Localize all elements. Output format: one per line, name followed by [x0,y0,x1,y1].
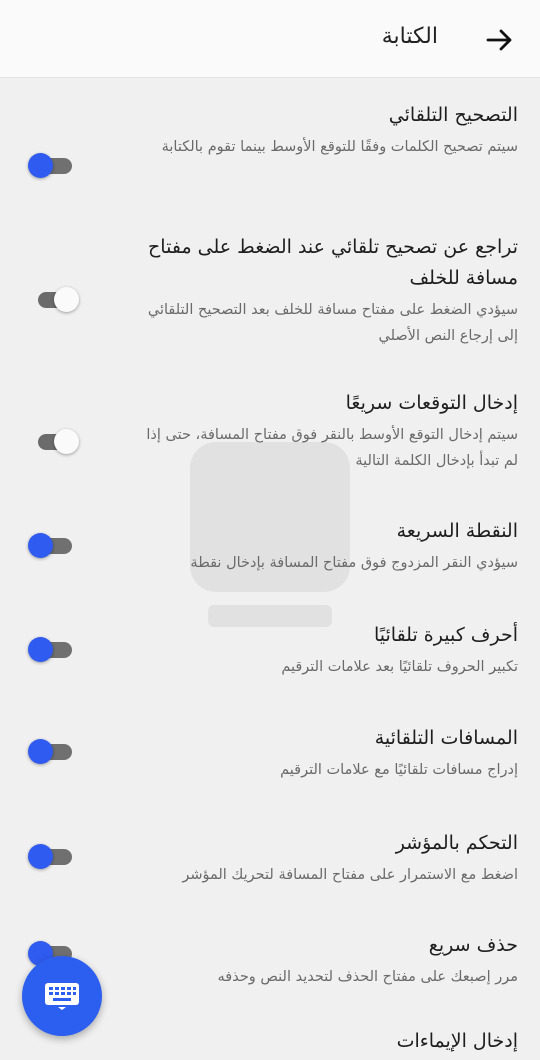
setting-quick-period[interactable]: النقطة السريعة سيؤدي النقر المزدوج فوق م… [0,516,540,576]
setting-summary: سيؤدي النقر المزدوج فوق مفتاح المسافة بإ… [190,555,518,571]
setting-auto-correct[interactable]: التصحيح التلقائي سيتم تصحيح الكلمات وفقً… [0,100,540,210]
setting-summary: اضغط مع الاستمرار على مفتاح المسافة لتحر… [182,867,518,883]
quick-predictions-toggle[interactable] [28,425,79,459]
setting-undo-autocorrect[interactable]: تراجع عن تصحيح تلقائي عند الضغط على مفتا… [0,232,540,357]
setting-summary: سيؤدي الضغط على مفتاح مسافة للخلف بعد ال… [147,302,518,344]
setting-summary: إدراج مسافات تلقائيًا مع علامات الترقيم [280,762,518,778]
keyboard-icon [45,983,79,1010]
arrow-forward-icon[interactable] [484,24,516,56]
setting-summary: سيتم تصحيح الكلمات وفقًا للتوقع الأوسط ب… [161,139,518,155]
cursor-control-toggle[interactable] [28,840,76,874]
setting-title: التحكم بالمؤشر [395,832,518,854]
page-title: الكتابة [381,24,438,49]
auto-spacing-toggle[interactable] [28,735,76,769]
undo-autocorrect-toggle[interactable] [28,283,79,317]
setting-quick-predictions[interactable]: إدخال التوقعات سريعًا سيتم إدخال التوقع … [0,388,540,478]
auto-correct-toggle[interactable] [28,149,76,183]
setting-title: التصحيح التلقائي [388,104,518,126]
setting-title: تراجع عن تصحيح تلقائي عند الضغط على مفتا… [148,236,518,289]
auto-capitalize-toggle[interactable] [28,633,76,667]
keyboard-fab-button[interactable] [22,956,102,1036]
setting-summary: تكبير الحروف تلقائيًا بعد علامات الترقيم [281,659,518,675]
setting-title: أحرف كبيرة تلقائيًا [373,624,518,646]
setting-title: حذف سريع [428,934,518,956]
setting-auto-spacing[interactable]: المسافات التلقائية إدراج مسافات تلقائيًا… [0,723,540,783]
setting-cursor-control[interactable]: التحكم بالمؤشر اضغط مع الاستمرار على مفت… [0,828,540,888]
setting-title: النقطة السريعة [396,520,518,542]
setting-summary: مرر إصبعك على مفتاح الحذف لتحديد النص وح… [217,969,519,985]
setting-title: المسافات التلقائية [374,727,518,749]
setting-summary: سيتم إدخال التوقع الأوسط بالنقر فوق مفتا… [146,427,518,469]
setting-auto-capitalize[interactable]: أحرف كبيرة تلقائيًا تكبير الحروف تلقائيً… [0,620,540,680]
setting-title: إدخال الإيماءات [396,1030,518,1052]
quick-period-toggle[interactable] [28,529,76,563]
setting-title: إدخال التوقعات سريعًا [345,392,518,414]
app-bar: الكتابة [0,0,540,78]
